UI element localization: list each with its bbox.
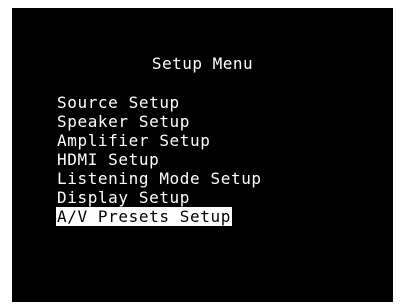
menu-item-hdmi-setup[interactable]: HDMI Setup xyxy=(56,150,263,169)
setup-menu-screen: Setup Menu Source Setup Speaker Setup Am… xyxy=(12,8,393,302)
menu-item-label: A/V Presets Setup xyxy=(56,207,232,226)
menu-item-label: Display Setup xyxy=(57,188,191,207)
menu-item-av-presets-setup[interactable]: A/V Presets Setup xyxy=(56,207,263,226)
menu-item-label: Source Setup xyxy=(57,93,180,112)
menu-item-label: Speaker Setup xyxy=(57,112,191,131)
menu-title: Setup Menu xyxy=(151,54,254,73)
menu-item-source-setup[interactable]: Source Setup xyxy=(56,93,263,112)
setup-menu-list: Source Setup Speaker Setup Amplifier Set… xyxy=(56,93,263,226)
menu-item-listening-mode-setup[interactable]: Listening Mode Setup xyxy=(56,169,263,188)
menu-item-label: Amplifier Setup xyxy=(57,131,211,150)
menu-item-display-setup[interactable]: Display Setup xyxy=(56,188,263,207)
menu-item-speaker-setup[interactable]: Speaker Setup xyxy=(56,112,263,131)
menu-item-amplifier-setup[interactable]: Amplifier Setup xyxy=(56,131,263,150)
menu-item-label: HDMI Setup xyxy=(57,150,160,169)
menu-item-label: Listening Mode Setup xyxy=(57,169,262,188)
